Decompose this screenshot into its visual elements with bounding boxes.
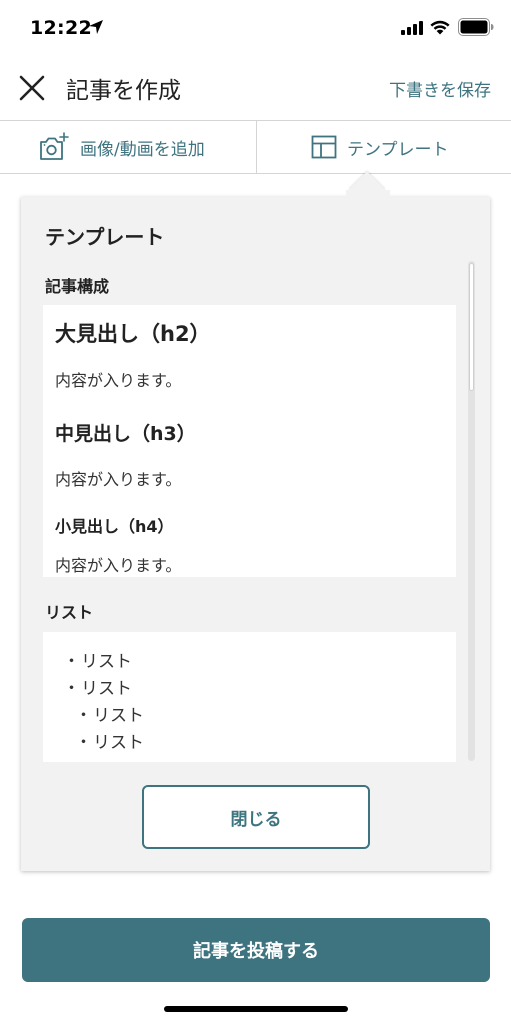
list-item: ・リスト bbox=[63, 647, 132, 672]
structure-section-label: 記事構成 bbox=[45, 277, 110, 296]
page-title: 記事を作成 bbox=[66, 78, 181, 104]
panel-scrollbar-thumb[interactable] bbox=[469, 263, 474, 391]
template-button[interactable]: テンプレート bbox=[311, 121, 449, 173]
list-bullet: ・ bbox=[63, 679, 80, 699]
toolbar-divider bbox=[256, 121, 257, 173]
save-draft-button[interactable]: 下書きを保存 bbox=[389, 76, 491, 101]
list-bullet: ・ bbox=[75, 733, 92, 753]
add-media-label: 画像/動画を追加 bbox=[80, 139, 205, 160]
editor-toolbar: 画像/動画を追加 テンプレート bbox=[0, 120, 511, 174]
close-panel-button[interactable]: 閉じる bbox=[142, 785, 370, 849]
list-template-card[interactable]: ・リスト ・リスト ・リスト ・リスト bbox=[43, 632, 456, 762]
template-label: テンプレート bbox=[347, 139, 449, 160]
h2-heading: 大見出し（h2） bbox=[55, 322, 211, 346]
list-item-text: リスト bbox=[93, 733, 144, 753]
panel-title: テンプレート bbox=[45, 225, 165, 249]
h3-body-text: 内容が入ります。 bbox=[55, 470, 182, 489]
status-time: 12:22 bbox=[30, 17, 92, 39]
home-indicator bbox=[164, 1006, 348, 1012]
list-bullet: ・ bbox=[75, 706, 92, 726]
list-item-nested: ・リスト bbox=[75, 728, 144, 753]
list-bullet: ・ bbox=[63, 652, 80, 672]
list-item-text: リスト bbox=[93, 706, 144, 726]
list-section-label: リスト bbox=[45, 603, 94, 622]
location-arrow-icon bbox=[89, 20, 103, 34]
add-media-button[interactable]: 画像/動画を追加 bbox=[38, 121, 205, 173]
cellular-signal-icon bbox=[401, 21, 423, 35]
post-article-button[interactable]: 記事を投稿する bbox=[22, 918, 490, 982]
app-header: 記事を作成 下書きを保存 bbox=[0, 56, 511, 120]
template-panel: テンプレート 記事構成 大見出し（h2） 内容が入ります。 中見出し（h3） 内… bbox=[21, 197, 490, 871]
structure-template-card[interactable]: 大見出し（h2） 内容が入ります。 中見出し（h3） 内容が入ります。 小見出し… bbox=[43, 305, 456, 577]
status-bar: 12:22 bbox=[0, 0, 511, 56]
h4-body-text: 内容が入ります。 bbox=[55, 556, 182, 575]
wifi-icon bbox=[430, 20, 450, 35]
popover-arrow-cover bbox=[346, 190, 390, 204]
template-layout-icon bbox=[311, 135, 337, 159]
h4-heading: 小見出し（h4） bbox=[55, 517, 174, 536]
h3-heading: 中見出し（h3） bbox=[55, 423, 196, 445]
panel-scrollbar[interactable] bbox=[468, 261, 475, 761]
add-photo-icon bbox=[40, 132, 69, 160]
list-item-text: リスト bbox=[81, 679, 132, 699]
h2-body-text: 内容が入ります。 bbox=[55, 371, 182, 390]
list-item-nested: ・リスト bbox=[75, 701, 144, 726]
close-icon[interactable] bbox=[18, 74, 46, 102]
battery-icon bbox=[458, 18, 494, 36]
list-item: ・リスト bbox=[63, 674, 132, 699]
list-item-text: リスト bbox=[81, 652, 132, 672]
